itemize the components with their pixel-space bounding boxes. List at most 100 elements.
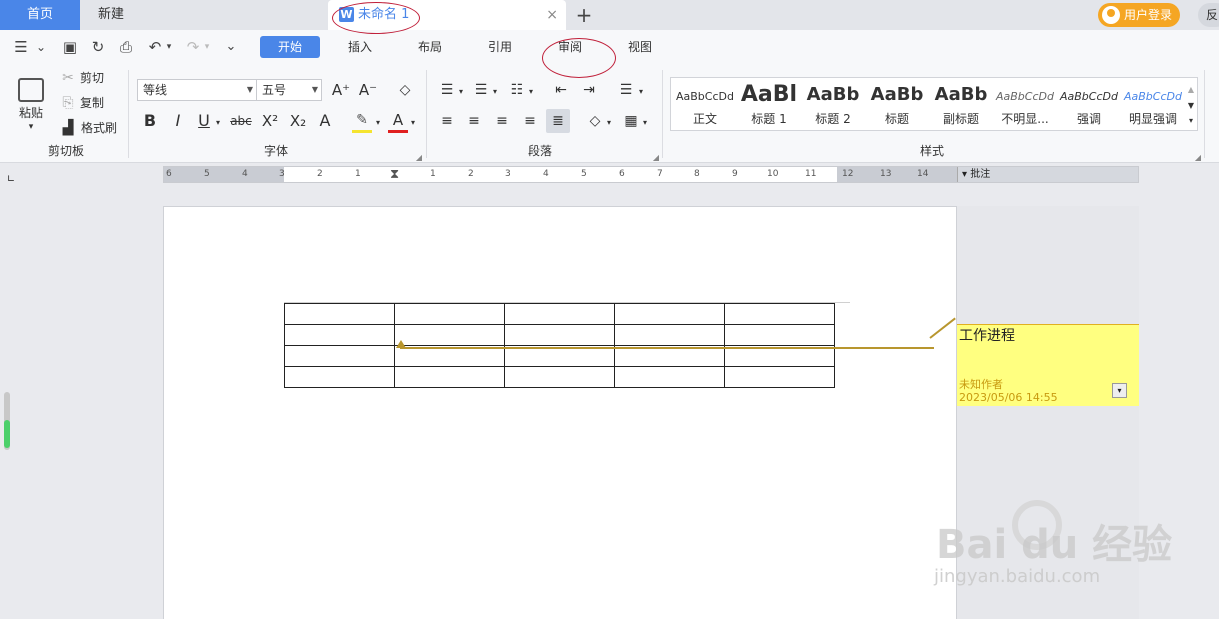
- chevron-down-icon[interactable]: ⌄: [34, 37, 48, 57]
- borders-icon[interactable]: ▦: [622, 111, 640, 131]
- style-heading-2[interactable]: AaBb 标题 2: [801, 78, 865, 130]
- numbered-list-icon[interactable]: ☰: [472, 80, 490, 100]
- tab-new[interactable]: 新建: [80, 0, 142, 30]
- bold-button[interactable]: B: [140, 111, 160, 131]
- tab-stop-selector[interactable]: ∟: [6, 170, 16, 190]
- style-subtle-emphasis[interactable]: AaBbCcDd 不明显...: [993, 78, 1057, 130]
- italic-button[interactable]: I: [168, 111, 188, 131]
- strikethrough-button[interactable]: abc: [228, 111, 254, 131]
- close-icon[interactable]: ×: [546, 0, 558, 30]
- gallery-expand-icon[interactable]: ▾: [1185, 111, 1197, 131]
- line-spacing-icon[interactable]: ☰: [617, 80, 635, 100]
- align-right-icon[interactable]: ≡: [493, 111, 511, 131]
- grow-font-button[interactable]: A⁺: [330, 80, 352, 100]
- style-intense-emphasis[interactable]: AaBbCcDd 明显强调: [1121, 78, 1185, 130]
- redo-dropdown-icon[interactable]: ▾: [202, 37, 212, 57]
- multilevel-dropdown-icon[interactable]: ▾: [526, 82, 536, 102]
- bullet-list-icon[interactable]: ☰: [438, 80, 456, 100]
- style-normal[interactable]: AaBbCcDd 正文: [673, 78, 737, 130]
- cut-button[interactable]: 剪切: [79, 68, 105, 88]
- style-subtitle[interactable]: AaBb 副标题: [929, 78, 993, 130]
- font-size-select[interactable]: 五号 ▼: [256, 79, 322, 101]
- clipboard-icon[interactable]: [18, 78, 44, 102]
- subscript-button[interactable]: X₂: [287, 111, 309, 131]
- format-painter-button[interactable]: 格式刷: [79, 118, 119, 138]
- comment-menu-button[interactable]: ▾: [1112, 383, 1127, 398]
- table-cell[interactable]: [724, 303, 835, 325]
- style-emphasis[interactable]: AaBbCcDd 强调: [1057, 78, 1121, 130]
- text-effect-button[interactable]: A: [315, 111, 335, 131]
- underline-button[interactable]: U: [194, 111, 214, 131]
- shrink-font-button[interactable]: A⁻: [357, 80, 379, 100]
- table-cell[interactable]: [284, 345, 395, 367]
- hamburger-menu-icon[interactable]: ☰: [12, 37, 30, 57]
- menu-tab-view[interactable]: 视图: [614, 36, 666, 58]
- comment-text[interactable]: 工作进程: [959, 325, 1015, 345]
- table-cell[interactable]: [504, 324, 615, 346]
- table-cell[interactable]: [614, 324, 725, 346]
- table-cell[interactable]: [504, 303, 615, 325]
- print-icon[interactable]: ⎙: [116, 37, 136, 57]
- table-cell[interactable]: [394, 303, 505, 325]
- add-tab-button[interactable]: +: [574, 2, 594, 28]
- table-cell[interactable]: [504, 366, 615, 388]
- style-title[interactable]: AaBb 标题: [865, 78, 929, 130]
- font-color-button[interactable]: A: [388, 110, 408, 133]
- align-left-icon[interactable]: ≡: [438, 111, 456, 131]
- indent-marker-icon[interactable]: ⧗: [390, 167, 399, 182]
- font-name-select[interactable]: 等线 ▼: [137, 79, 257, 101]
- table-cell[interactable]: [394, 324, 505, 346]
- table-cell[interactable]: [614, 366, 725, 388]
- numbered-dropdown-icon[interactable]: ▾: [490, 82, 500, 102]
- superscript-button[interactable]: X²: [259, 111, 281, 131]
- side-scroll-indicator[interactable]: [4, 392, 10, 450]
- decrease-indent-icon[interactable]: ⇤: [552, 80, 570, 100]
- line-spacing-dropdown-icon[interactable]: ▾: [636, 82, 646, 102]
- highlight-dropdown-icon[interactable]: ▾: [373, 113, 383, 133]
- borders-dropdown-icon[interactable]: ▾: [640, 113, 650, 133]
- increase-indent-icon[interactable]: ⇥: [580, 80, 598, 100]
- dialog-launcher-icon[interactable]: ◢: [1194, 148, 1202, 168]
- redo-icon[interactable]: ↷: [184, 37, 202, 57]
- tab-home[interactable]: 首页: [0, 0, 80, 30]
- paste-dropdown-icon[interactable]: ▾: [24, 117, 38, 137]
- table-cell[interactable]: [284, 324, 395, 346]
- underline-dropdown-icon[interactable]: ▾: [213, 113, 223, 133]
- table-cell[interactable]: [394, 366, 505, 388]
- distribute-icon[interactable]: ≣: [546, 109, 570, 133]
- table-cell[interactable]: [284, 303, 395, 325]
- customize-chevron-icon[interactable]: ⌄: [222, 37, 240, 57]
- save-icon[interactable]: ▣: [60, 37, 80, 57]
- scroll-thumb[interactable]: [4, 420, 10, 448]
- eraser-icon[interactable]: ◇: [395, 80, 415, 100]
- dialog-launcher-icon[interactable]: ◢: [415, 148, 423, 168]
- horizontal-ruler[interactable]: 6 5 4 3 2 1 ⧗ 1 2 3 4 5 6 7 8 9 10 11 12…: [163, 166, 1139, 183]
- document-table[interactable]: [284, 303, 835, 388]
- login-button[interactable]: 用户登录: [1098, 3, 1180, 27]
- table-cell[interactable]: [614, 303, 725, 325]
- highlight-button[interactable]: ✎: [352, 110, 372, 133]
- document-page[interactable]: [163, 206, 957, 619]
- align-center-icon[interactable]: ≡: [465, 111, 483, 131]
- copy-button[interactable]: 复制: [79, 93, 105, 113]
- shading-icon[interactable]: ◇: [586, 111, 604, 131]
- revert-icon[interactable]: ↻: [88, 37, 108, 57]
- comment-card[interactable]: 工作进程 未知作者 2023/05/06 14:55 ▾: [957, 324, 1139, 406]
- menu-tab-references[interactable]: 引用: [474, 36, 526, 58]
- style-heading-1[interactable]: AaBl 标题 1: [737, 78, 801, 130]
- ruler-comment-toggle[interactable]: ▾ 批注: [957, 167, 1138, 182]
- table-cell[interactable]: [724, 366, 835, 388]
- undo-dropdown-icon[interactable]: ▾: [164, 37, 174, 57]
- feedback-button[interactable]: 反: [1198, 3, 1219, 27]
- shading-dropdown-icon[interactable]: ▾: [604, 113, 614, 133]
- menu-tab-start[interactable]: 开始: [260, 36, 320, 58]
- justify-icon[interactable]: ≡: [521, 111, 539, 131]
- bullet-dropdown-icon[interactable]: ▾: [456, 82, 466, 102]
- undo-icon[interactable]: ↶: [146, 37, 164, 57]
- menu-tab-insert[interactable]: 插入: [334, 36, 386, 58]
- table-cell[interactable]: [724, 324, 835, 346]
- table-cell[interactable]: [284, 366, 395, 388]
- menu-tab-layout[interactable]: 布局: [404, 36, 456, 58]
- multilevel-list-icon[interactable]: ☷: [508, 80, 526, 100]
- dialog-launcher-icon[interactable]: ◢: [652, 148, 660, 168]
